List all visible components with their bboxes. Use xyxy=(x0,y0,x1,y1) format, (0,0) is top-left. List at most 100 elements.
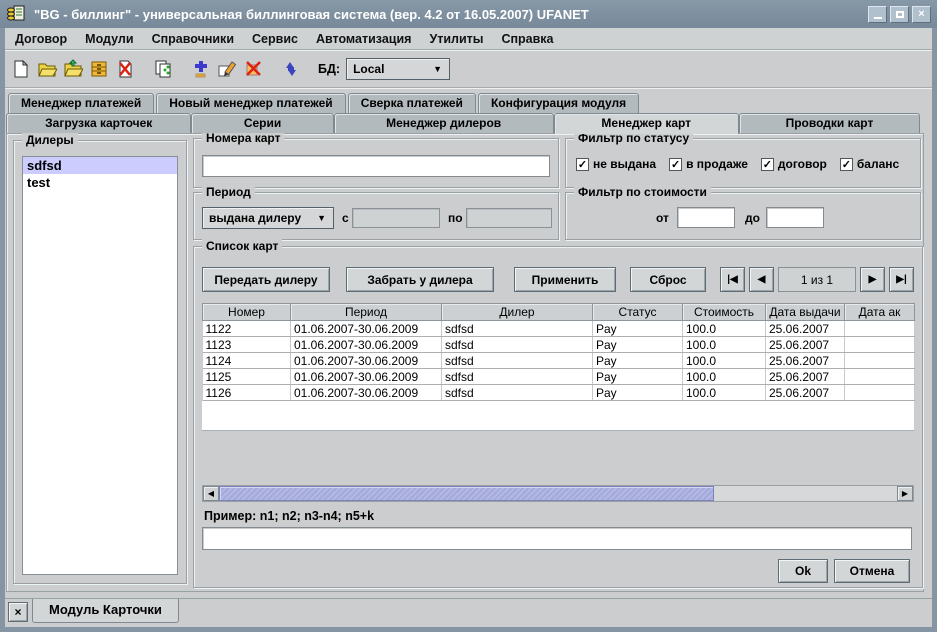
cell-dealer[interactable]: sdfsd xyxy=(442,337,593,353)
col-header-number[interactable]: Номер xyxy=(203,304,291,321)
col-header-dealer[interactable]: Дилер xyxy=(442,304,593,321)
cell-status[interactable]: Pay xyxy=(593,353,683,369)
col-header-status[interactable]: Статус xyxy=(593,304,683,321)
cell-dealer[interactable]: sdfsd xyxy=(442,385,593,401)
last-page-button[interactable]: ▶| xyxy=(889,267,914,292)
scroll-right-icon[interactable]: ▶ xyxy=(897,486,913,501)
menu-dogovor[interactable]: Договор xyxy=(6,28,76,50)
dealer-list-item[interactable]: test xyxy=(23,174,177,191)
cell-activation-date[interactable] xyxy=(845,385,915,401)
checkbox-on-sale[interactable]: ✓ в продаже xyxy=(669,157,748,171)
cell-dealer[interactable]: sdfsd xyxy=(442,321,593,337)
reset-button[interactable]: Сброс xyxy=(630,267,706,292)
copy-document-icon[interactable] xyxy=(150,56,176,82)
card-numbers-filter-input[interactable] xyxy=(202,527,912,550)
cost-to-input[interactable] xyxy=(766,207,824,228)
cell-status[interactable]: Pay xyxy=(593,385,683,401)
tab-module-config[interactable]: Конфигурация модуля xyxy=(478,93,639,113)
tab-card-loading[interactable]: Загрузка карточек xyxy=(6,113,191,133)
open-folder-alt-icon[interactable] xyxy=(60,56,86,82)
col-header-cost[interactable]: Стоимость xyxy=(683,304,766,321)
refresh-icon[interactable] xyxy=(278,56,304,82)
scroll-left-icon[interactable]: ◀ xyxy=(203,486,219,501)
cards-table[interactable]: Номер Период Дилер Статус Стоимость Дата… xyxy=(202,303,915,401)
card-numbers-input[interactable] xyxy=(202,155,550,177)
card-file-icon[interactable] xyxy=(86,56,112,82)
menu-servis[interactable]: Сервис xyxy=(243,28,307,50)
scrollbar-track[interactable] xyxy=(219,486,897,501)
cell-activation-date[interactable] xyxy=(845,353,915,369)
apply-button[interactable]: Применить xyxy=(514,267,616,292)
delete-record-icon[interactable] xyxy=(240,56,266,82)
cell-number[interactable]: 1124 xyxy=(203,353,291,369)
cell-period[interactable]: 01.06.2007-30.06.2009 xyxy=(291,369,442,385)
cell-issue-date[interactable]: 25.06.2007 xyxy=(766,369,845,385)
cell-dealer[interactable]: sdfsd xyxy=(442,353,593,369)
tab-series[interactable]: Серии xyxy=(191,113,333,133)
cell-status[interactable]: Pay xyxy=(593,321,683,337)
cell-cost[interactable]: 100.0 xyxy=(683,385,766,401)
table-row[interactable]: 1126 01.06.2007-30.06.2009 sdfsd Pay 100… xyxy=(203,385,915,401)
cost-from-input[interactable] xyxy=(677,207,735,228)
tab-dealer-manager[interactable]: Менеджер дилеров xyxy=(334,113,554,133)
first-page-button[interactable]: |◀ xyxy=(720,267,745,292)
tab-new-payment-manager[interactable]: Новый менеджер платежей xyxy=(156,93,345,113)
cell-activation-date[interactable] xyxy=(845,337,915,353)
take-from-dealer-button[interactable]: Забрать у дилера xyxy=(346,267,494,292)
cell-issue-date[interactable]: 25.06.2007 xyxy=(766,337,845,353)
tab-module-cards[interactable]: Модуль Карточки xyxy=(32,599,179,623)
edit-record-icon[interactable] xyxy=(214,56,240,82)
cell-cost[interactable]: 100.0 xyxy=(683,337,766,353)
delete-document-icon[interactable] xyxy=(112,56,138,82)
tab-card-transactions[interactable]: Проводки карт xyxy=(739,113,920,133)
menu-spravochniki[interactable]: Справочники xyxy=(143,28,243,50)
table-row[interactable]: 1124 01.06.2007-30.06.2009 sdfsd Pay 100… xyxy=(203,353,915,369)
minimize-button[interactable] xyxy=(868,6,887,23)
menu-moduli[interactable]: Модули xyxy=(76,28,142,50)
cell-activation-date[interactable] xyxy=(845,369,915,385)
menu-spravka[interactable]: Справка xyxy=(492,28,562,50)
next-page-button[interactable]: ▶ xyxy=(860,267,885,292)
ok-button[interactable]: Ok xyxy=(778,559,828,583)
cell-number[interactable]: 1125 xyxy=(203,369,291,385)
cell-activation-date[interactable] xyxy=(845,321,915,337)
table-row[interactable]: 1125 01.06.2007-30.06.2009 sdfsd Pay 100… xyxy=(203,369,915,385)
period-type-select[interactable]: выдана дилеру ▼ xyxy=(202,207,334,229)
cell-issue-date[interactable]: 25.06.2007 xyxy=(766,385,845,401)
cell-period[interactable]: 01.06.2007-30.06.2009 xyxy=(291,337,442,353)
cell-number[interactable]: 1123 xyxy=(203,337,291,353)
dealer-list-item[interactable]: sdfsd xyxy=(23,157,177,174)
prev-page-button[interactable]: ◀ xyxy=(749,267,774,292)
cell-period[interactable]: 01.06.2007-30.06.2009 xyxy=(291,321,442,337)
checkbox-contract[interactable]: ✓ договор xyxy=(761,157,827,171)
db-select[interactable]: Local ▼ xyxy=(346,58,450,80)
add-record-icon[interactable] xyxy=(188,56,214,82)
open-folder-icon[interactable] xyxy=(34,56,60,82)
cell-period[interactable]: 01.06.2007-30.06.2009 xyxy=(291,385,442,401)
cell-period[interactable]: 01.06.2007-30.06.2009 xyxy=(291,353,442,369)
menu-avtomatizaciya[interactable]: Автоматизация xyxy=(307,28,420,50)
cell-number[interactable]: 1126 xyxy=(203,385,291,401)
col-header-activation-date[interactable]: Дата ак xyxy=(845,304,915,321)
checkbox-balance[interactable]: ✓ баланс xyxy=(840,157,899,171)
cell-status[interactable]: Pay xyxy=(593,369,683,385)
checkbox-not-issued[interactable]: ✓ не выдана xyxy=(576,157,656,171)
cell-cost[interactable]: 100.0 xyxy=(683,369,766,385)
cell-issue-date[interactable]: 25.06.2007 xyxy=(766,353,845,369)
tab-payment-reconciliation[interactable]: Сверка платежей xyxy=(348,93,476,113)
transfer-to-dealer-button[interactable]: Передать дилеру xyxy=(202,267,330,292)
dealers-list[interactable]: sdfsd test xyxy=(22,156,178,575)
table-row[interactable]: 1122 01.06.2007-30.06.2009 sdfsd Pay 100… xyxy=(203,321,915,337)
scrollbar-thumb[interactable] xyxy=(219,486,714,501)
table-row[interactable]: 1123 01.06.2007-30.06.2009 sdfsd Pay 100… xyxy=(203,337,915,353)
horizontal-scrollbar[interactable]: ◀ ▶ xyxy=(202,485,914,502)
period-from-input[interactable] xyxy=(352,208,440,228)
maximize-button[interactable] xyxy=(890,6,909,23)
close-button[interactable]: × xyxy=(912,6,931,23)
period-to-input[interactable] xyxy=(466,208,552,228)
menu-utility[interactable]: Утилиты xyxy=(420,28,492,50)
close-module-button[interactable]: × xyxy=(8,602,28,622)
cell-number[interactable]: 1122 xyxy=(203,321,291,337)
new-document-icon[interactable] xyxy=(8,56,34,82)
tab-payment-manager[interactable]: Менеджер платежей xyxy=(8,93,154,113)
